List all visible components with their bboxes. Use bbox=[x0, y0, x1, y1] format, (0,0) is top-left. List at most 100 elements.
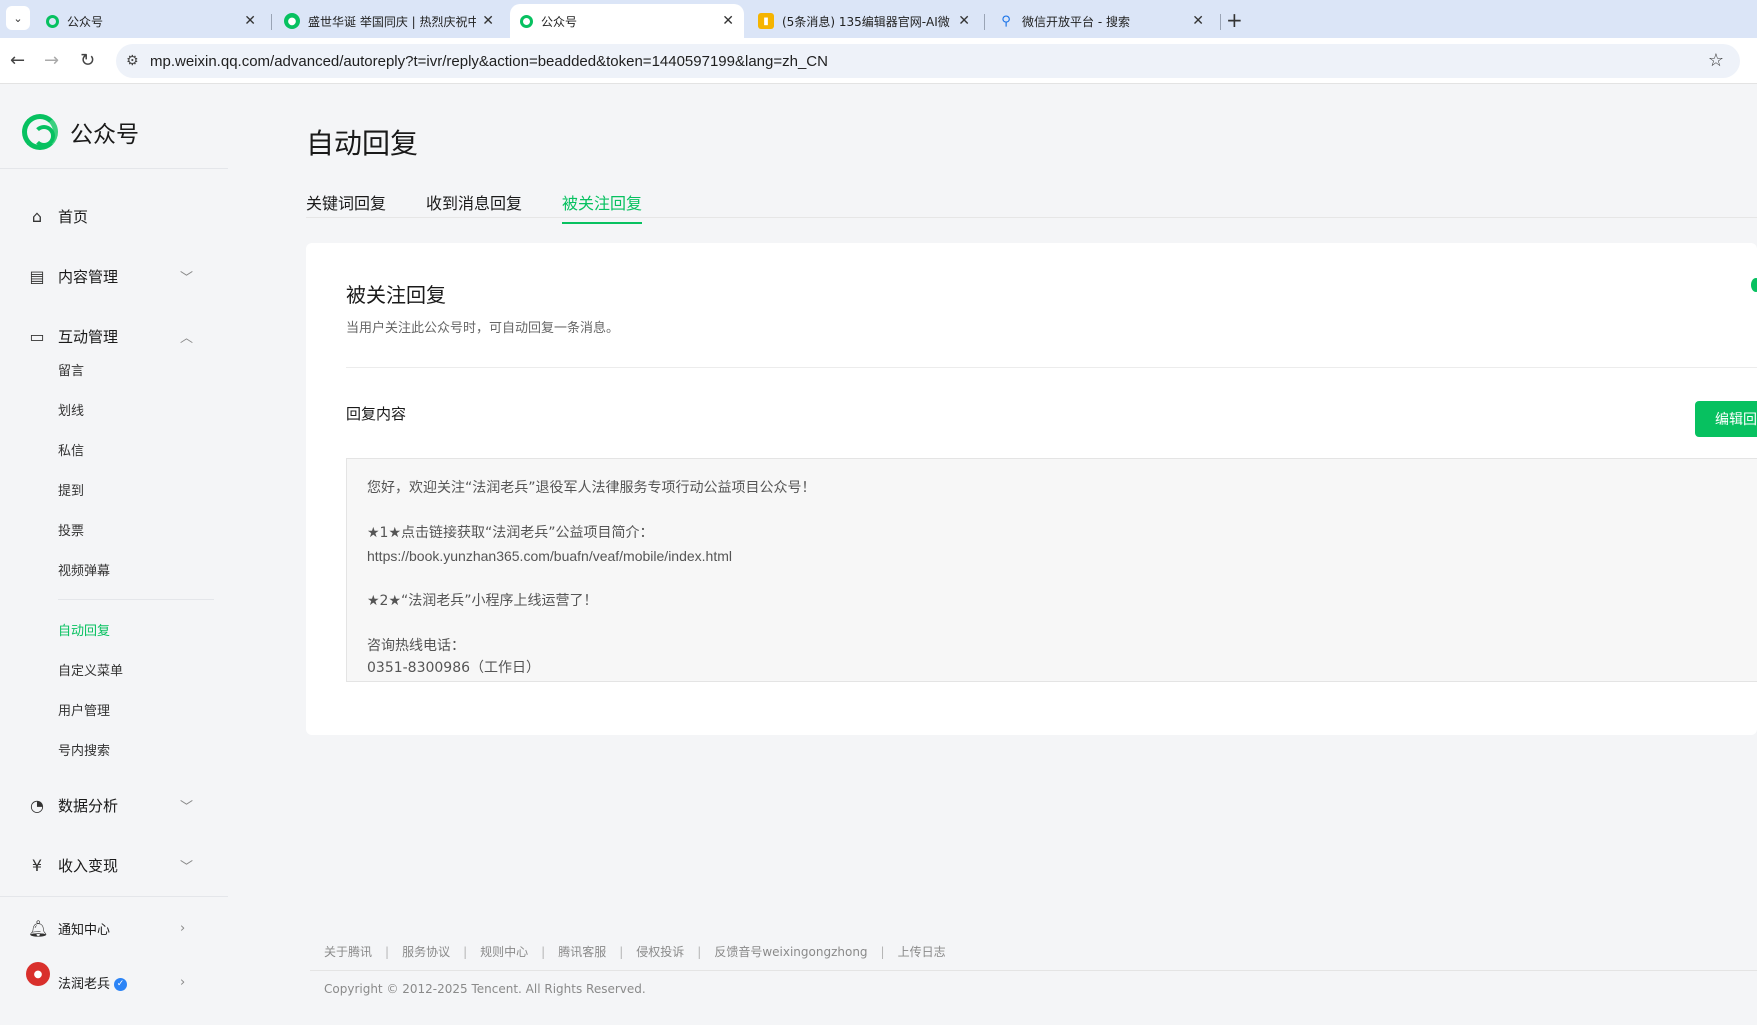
footer-link[interactable]: 规则中心 bbox=[480, 943, 528, 960]
chevron-down-icon: ﹀ bbox=[180, 859, 194, 875]
divider bbox=[0, 168, 228, 169]
wechat-mp-icon bbox=[46, 14, 59, 28]
wechat-icon: ● bbox=[284, 13, 300, 29]
tab-separator bbox=[271, 14, 272, 30]
footer-link[interactable]: 侵权投诉 bbox=[636, 943, 684, 960]
follow-reply-card: 被关注回复 当用户关注此公众号时，可自动回复一条消息。 回复内容 编辑回 您好，… bbox=[306, 243, 1757, 735]
pie-chart-icon: ◔ bbox=[30, 795, 44, 815]
browser-tab[interactable]: ⚲ 微信开放平台 - 搜索 ✕ bbox=[988, 4, 1214, 38]
sidebar-item-auto-reply[interactable]: 自动回复 bbox=[58, 620, 110, 639]
reply-line: 您好，欢迎关注“法润老兵”退役军人法律服务专项行动公益项目公众号！ bbox=[367, 480, 816, 496]
tab-separator bbox=[984, 14, 985, 30]
footer-separator: | bbox=[463, 944, 468, 959]
browser-tab[interactable]: ● 盛世华诞 举国同庆 | 热烈庆祝中 ✕ bbox=[274, 4, 504, 38]
site-settings-icon[interactable]: ⚙ bbox=[126, 53, 150, 69]
page-title: 自动回复 bbox=[306, 127, 419, 160]
nav-notifications[interactable]: 🔔︎ 通知中心 › bbox=[0, 908, 228, 948]
reply-tabs: 关键词回复 收到消息回复 被关注回复 bbox=[306, 190, 1757, 224]
close-tab-icon[interactable]: ✕ bbox=[244, 13, 256, 29]
nav-content-management[interactable]: ▤ 内容管理 ﹀ bbox=[0, 256, 228, 296]
sidebar-item-video-danmaku[interactable]: 视频弹幕 bbox=[58, 560, 110, 579]
reply-line bbox=[367, 500, 1737, 523]
reply-line bbox=[367, 612, 1737, 635]
nav-interaction-management[interactable]: ▭ 互动管理 ︿ bbox=[0, 316, 228, 356]
account-name: 法润老兵 bbox=[58, 976, 111, 992]
reply-line: 咨询热线电话： bbox=[367, 637, 465, 654]
forward-arrow-icon[interactable]: → bbox=[44, 50, 59, 71]
footer-separator: | bbox=[541, 944, 546, 959]
sidebar: 公众号 ⌂ 首页 ▤ 内容管理 ﹀ ▭ 互动管理 ︿ 留言 划线 私信 提到 投… bbox=[0, 84, 228, 1025]
reply-content-label: 回复内容 bbox=[346, 405, 407, 423]
footer-separator: | bbox=[697, 944, 702, 959]
close-tab-icon[interactable]: ✕ bbox=[722, 13, 734, 29]
back-arrow-icon[interactable]: ← bbox=[10, 50, 25, 71]
footer-link[interactable]: 关于腾讯 bbox=[324, 943, 372, 960]
chevron-up-icon: ︿ bbox=[180, 330, 194, 346]
close-tab-icon[interactable]: ✕ bbox=[482, 13, 494, 29]
browser-tab[interactable]: 公众号 ✕ bbox=[36, 4, 266, 38]
url-field[interactable]: ⚙ mp.weixin.qq.com/advanced/autoreply?t=… bbox=[116, 44, 1740, 78]
nav-data-analysis[interactable]: ◔ 数据分析 ﹀ bbox=[0, 785, 228, 825]
footer-separator: | bbox=[619, 944, 624, 959]
close-tab-icon[interactable]: ✕ bbox=[1192, 13, 1204, 29]
footer-link[interactable]: 腾讯客服 bbox=[558, 943, 606, 960]
new-tab-button[interactable]: + bbox=[1226, 8, 1243, 32]
tab-separator bbox=[1220, 14, 1221, 30]
edit-reply-button[interactable]: 编辑回 bbox=[1695, 401, 1757, 437]
document-icon: ▤ bbox=[29, 266, 45, 286]
bell-icon: 🔔︎ bbox=[28, 918, 49, 938]
brand-logo[interactable]: 公众号 bbox=[22, 114, 139, 150]
nav-home[interactable]: ⌂ 首页 bbox=[0, 196, 228, 236]
tab-search-menu-button[interactable]: ⌄ bbox=[6, 6, 30, 30]
browser-tab[interactable]: ▮ (5条消息) 135编辑器官网-AI微 ✕ bbox=[748, 4, 980, 38]
sidebar-item-account-search[interactable]: 号内搜索 bbox=[58, 740, 110, 759]
home-icon: ⌂ bbox=[31, 206, 43, 226]
chevron-down-icon: ﹀ bbox=[180, 270, 194, 286]
tab-keyword-reply[interactable]: 关键词回复 bbox=[306, 190, 386, 222]
reply-line bbox=[367, 567, 1737, 590]
sidebar-item-comments[interactable]: 留言 bbox=[58, 360, 84, 379]
close-tab-icon[interactable]: ✕ bbox=[958, 13, 970, 29]
sidebar-item-user-management[interactable]: 用户管理 bbox=[58, 700, 110, 719]
chevron-down-icon: ⌄ bbox=[13, 11, 23, 25]
reply-line: ★2★“法润老兵”小程序上线运营了！ bbox=[367, 592, 598, 609]
avatar[interactable]: ● bbox=[26, 962, 50, 986]
reply-link[interactable]: https://book.yunzhan365.com/buafn/veaf/m… bbox=[367, 545, 1737, 568]
card-description: 当用户关注此公众号时，可自动回复一条消息。 bbox=[346, 321, 620, 336]
divider bbox=[310, 970, 1757, 971]
nav-monetization[interactable]: ¥ 收入变现 ﹀ bbox=[0, 845, 228, 885]
browser-tab-strip: ⌄ 公众号 ✕ ● 盛世华诞 举国同庆 | 热烈庆祝中 ✕ 公众号 ✕ ▮ (5… bbox=[0, 0, 1757, 38]
browser-tab-active[interactable]: 公众号 ✕ bbox=[510, 4, 744, 38]
sidebar-item-votes[interactable]: 投票 bbox=[58, 520, 84, 539]
divider bbox=[0, 896, 228, 897]
footer-separator: | bbox=[385, 944, 390, 959]
verified-badge-icon: ✓ bbox=[114, 977, 128, 991]
sidebar-item-custom-menu[interactable]: 自定义菜单 bbox=[58, 660, 123, 679]
wechat-mp-logo-icon bbox=[22, 114, 58, 150]
tab-follow-reply[interactable]: 被关注回复 bbox=[562, 190, 643, 224]
bookmark-star-icon[interactable]: ☆ bbox=[1708, 50, 1724, 71]
editor135-icon: ▮ bbox=[758, 13, 774, 29]
search-icon: ⚲ bbox=[1001, 13, 1011, 29]
card-title: 被关注回复 bbox=[346, 283, 446, 307]
reply-line: 0351-8300986（工作日） bbox=[367, 660, 541, 676]
status-dot bbox=[1751, 278, 1757, 292]
reply-line: ★1★点击链接获取“法润老兵”公益项目简介： bbox=[367, 525, 654, 541]
wechat-mp-icon bbox=[520, 14, 533, 28]
url-text: mp.weixin.qq.com/advanced/autoreply?t=iv… bbox=[150, 52, 828, 70]
footer-separator: | bbox=[880, 944, 885, 959]
reload-icon[interactable]: ↻ bbox=[80, 50, 95, 71]
sidebar-item-private-message[interactable]: 私信 bbox=[58, 440, 84, 459]
footer-link[interactable]: 服务协议 bbox=[402, 943, 450, 960]
yuan-coin-icon: ¥ bbox=[31, 855, 43, 875]
sidebar-item-mentions[interactable]: 提到 bbox=[58, 480, 84, 499]
chevron-right-icon: › bbox=[180, 974, 186, 990]
footer-link[interactable]: 反馈音号weixingongzhong bbox=[714, 943, 867, 960]
sidebar-item-underline[interactable]: 划线 bbox=[58, 400, 84, 419]
tab-message-reply[interactable]: 收到消息回复 bbox=[426, 190, 522, 222]
divider bbox=[346, 367, 1757, 368]
address-bar-row: ← → ↻ ⚙ mp.weixin.qq.com/advanced/autore… bbox=[0, 38, 1757, 84]
footer-links: 关于腾讯 | 服务协议 | 规则中心 | 腾讯客服 | 侵权投诉 | 反馈音号w… bbox=[324, 943, 946, 960]
chevron-right-icon: › bbox=[180, 920, 186, 936]
footer-link[interactable]: 上传日志 bbox=[898, 943, 946, 960]
